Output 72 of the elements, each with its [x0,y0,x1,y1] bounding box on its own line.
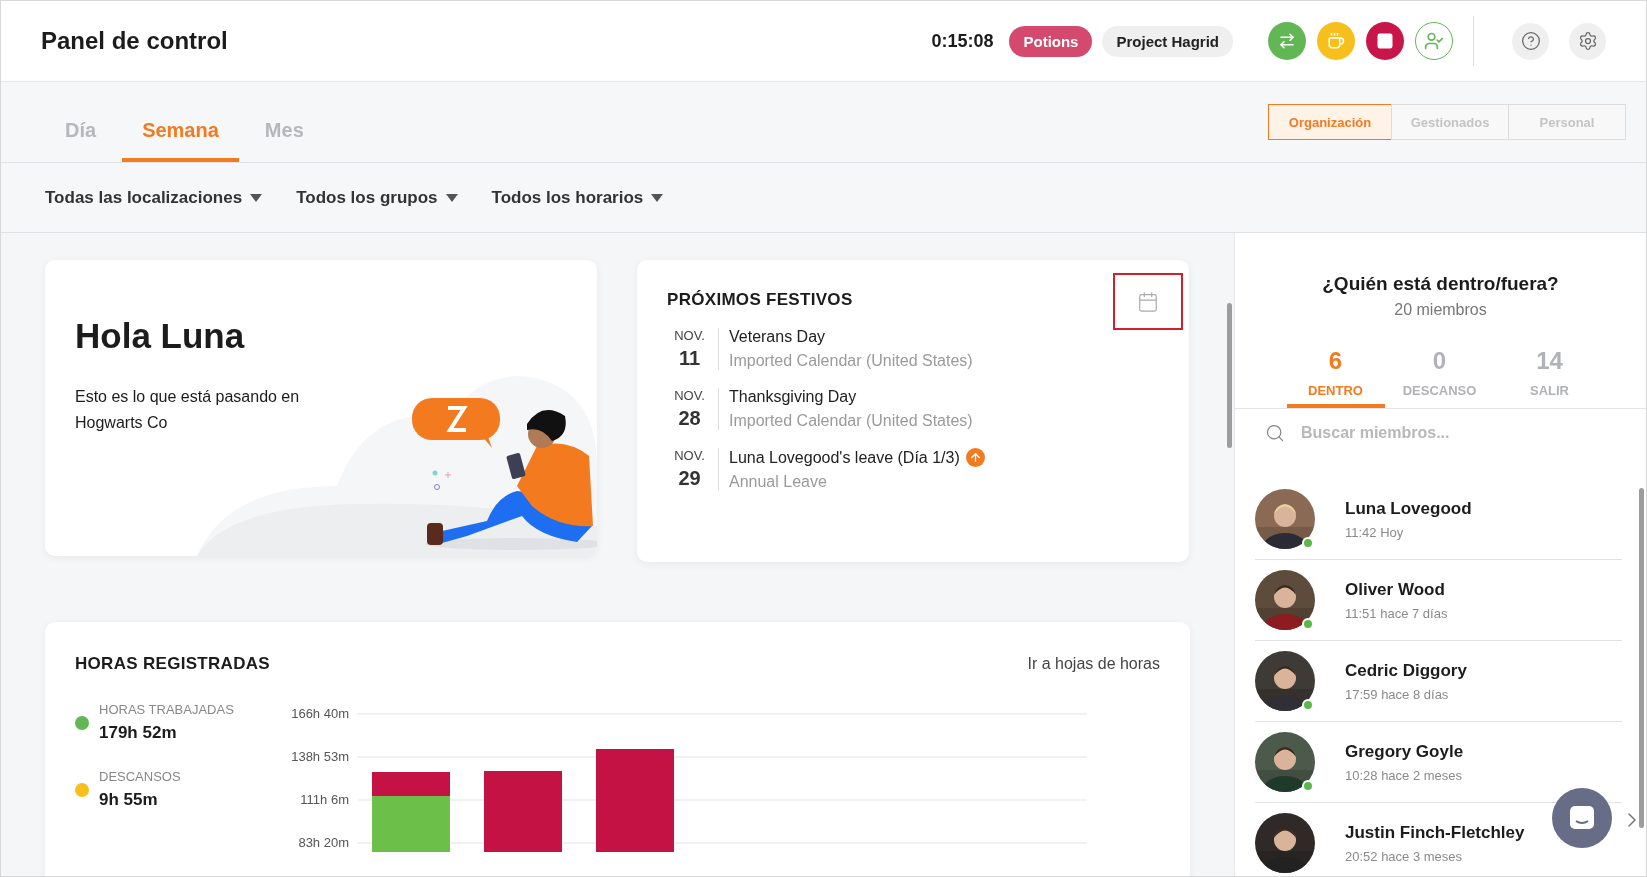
card-title: PRÓXIMOS FESTIVOS [667,290,853,310]
holiday-month: NOV. [674,328,705,343]
legend-value: 9h 55m [99,790,159,810]
timesheets-link[interactable]: Ir a hojas de horas [1027,655,1160,673]
status-tab[interactable]: 6 DENTRO [1286,347,1385,408]
caret-icon [651,193,664,202]
scope-tab[interactable]: Organización [1268,104,1392,140]
legend-label: DESCANSOS [99,769,181,784]
switch-icon [1278,32,1296,50]
stop-button[interactable] [1366,22,1404,60]
holiday-month: NOV. [674,448,705,463]
period-tab[interactable]: Día [45,119,117,162]
member-count: 20 miembros [1393,301,1488,319]
legend-label: HORAS TRABAJADAS [99,702,234,717]
swap-icon-button[interactable] [1268,22,1306,60]
axis-label: 83h 20m [298,835,349,850]
member-name: Justin Finch-Fletchley [1345,822,1525,843]
member-time: 10:28 hace 2 meses [1345,767,1464,783]
timer: 0:15:08 [931,30,994,52]
holiday-source: Imported Calendar (United States) [729,352,973,370]
calendar-icon [1137,290,1159,313]
status-tab[interactable]: 14 SALIR [1494,347,1605,408]
axis-label: 111h 6m [300,792,349,807]
chat-icon [1568,804,1596,832]
scrollbar-thumb[interactable] [1227,303,1232,448]
holiday-day: 11 [678,347,701,370]
member-time: 20:52 hace 3 meses [1345,848,1464,864]
holiday-month: NOV. [674,388,705,403]
member-name: Oliver Wood [1345,579,1446,600]
holiday-day: 29 [678,467,701,490]
help-button[interactable] [1512,22,1549,60]
person-check-button[interactable] [1415,22,1453,60]
filter-dropdown[interactable]: Todas las localizaciones [45,187,263,208]
holiday-name: Luna Lovegood's leave (Día 1/3) [729,448,960,467]
search-icon [1265,423,1285,443]
scrollbar-thumb[interactable] [1639,488,1644,828]
panel-title: ¿Quién está dentro/fuera? [1321,273,1560,295]
stop-icon [1376,32,1394,50]
filter-dropdown[interactable]: Todos los horarios [491,187,664,208]
greeting-text: Esto es lo que está pasando en Hogwarts Co [75,387,301,433]
member-time: 11:42 Hoy [1345,524,1405,540]
caret-icon [445,193,458,202]
axis-label: 166h 40m [291,706,349,721]
period-tab[interactable]: Mes [244,119,324,162]
holiday-name: Thanksgiving Day [729,388,857,406]
settings-icon [1577,31,1598,51]
calendar-button[interactable] [1113,273,1183,330]
caret-icon [250,193,263,202]
member-name: Luna Lovegood [1345,498,1472,519]
axis-label: 138h 53m [291,749,349,764]
help-icon [1520,31,1541,51]
holiday-name: Veterans Day [729,328,826,346]
coffee-button[interactable] [1317,22,1355,60]
member-time: 17:59 hace 8 días [1345,686,1450,702]
card-title: HORAS REGISTRADAS [75,654,270,674]
break-icon [1327,32,1345,50]
member-time: 11:51 hace 7 días [1345,605,1448,621]
member-name: Gregory Goyle [1345,741,1464,762]
status-tab[interactable]: 0 DESCANSO [1384,347,1495,408]
project-tag[interactable]: Project Hagrid [1102,25,1233,57]
holiday-day: 28 [678,407,701,430]
holiday-source: Annual Leave [729,473,828,491]
greeting-title: Hola Luna [75,316,246,356]
chat-button[interactable] [1552,788,1612,848]
person-icon [1424,31,1444,51]
project-tag[interactable]: Potions [1009,25,1093,57]
settings-button[interactable] [1569,22,1606,60]
member-name: Cedric Diggory [1345,660,1467,681]
page-title: Panel de control [41,27,229,55]
filter-dropdown[interactable]: Todos los grupos [296,187,458,208]
holiday-source: Imported Calendar (United States) [729,412,973,430]
legend-value: 179h 52m [99,723,178,743]
